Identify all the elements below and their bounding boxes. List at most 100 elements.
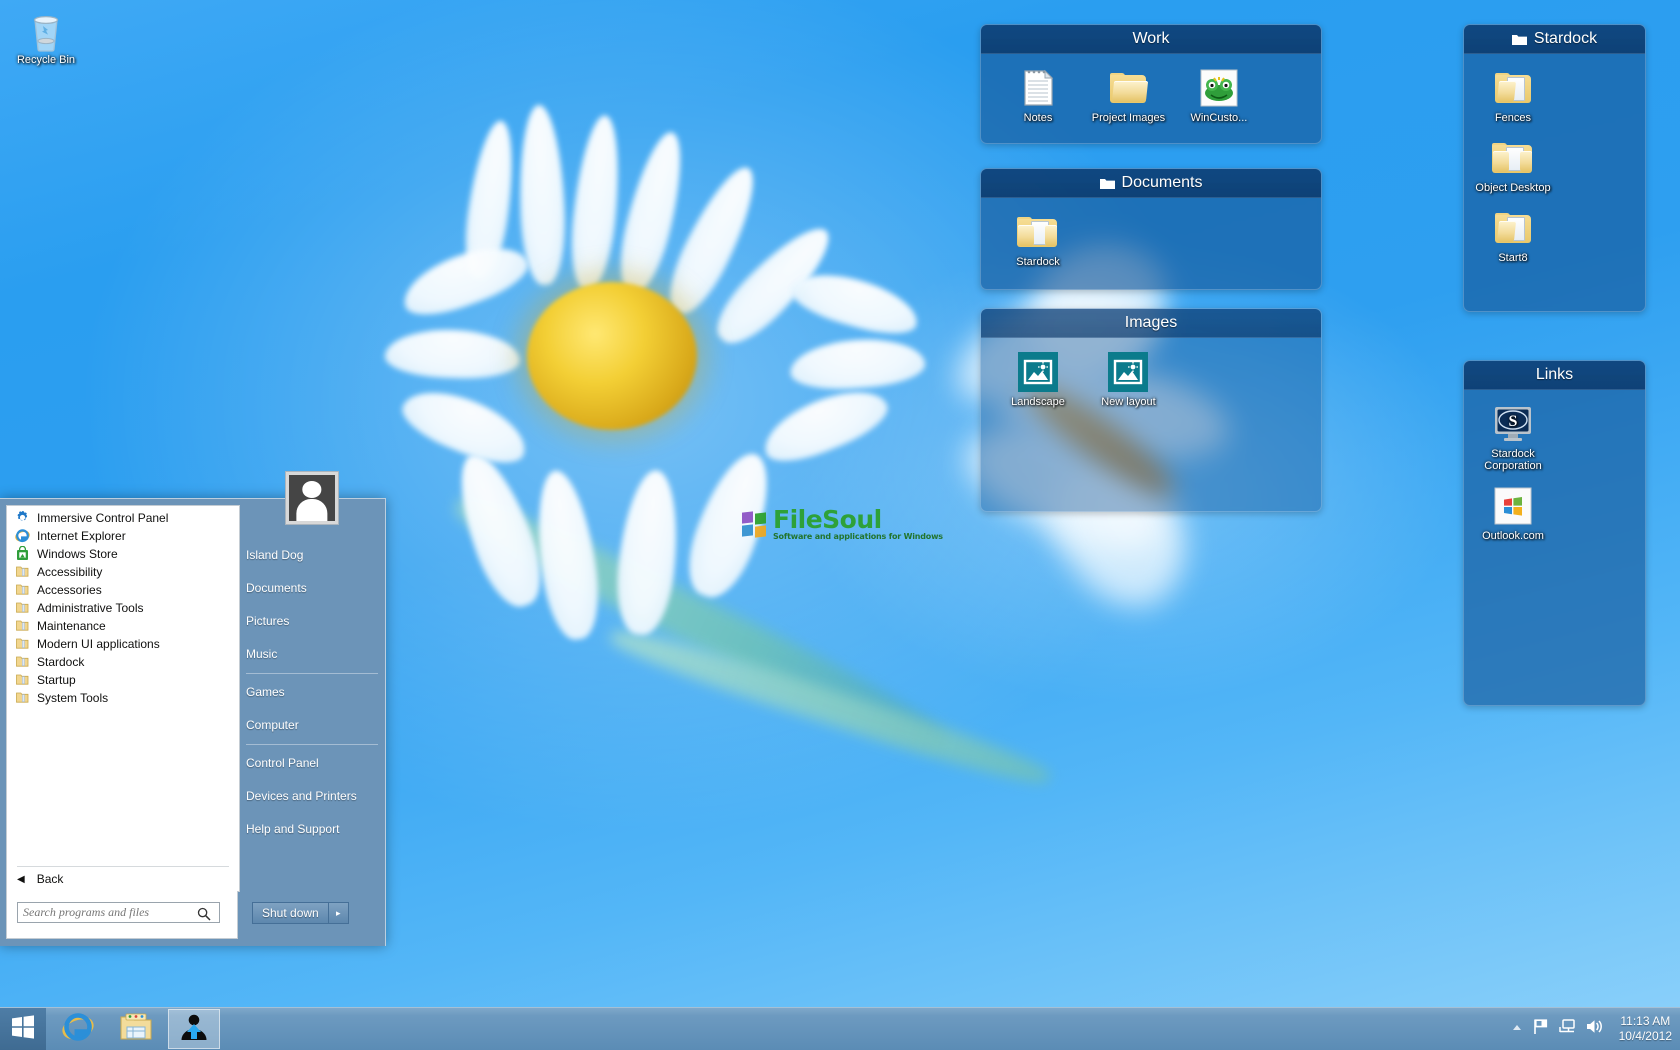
fence-item[interactable]: Stardock: [996, 209, 1080, 268]
start-menu-link-music[interactable]: Music: [246, 638, 378, 671]
start-menu-back-button[interactable]: ◀ Back: [7, 869, 63, 889]
fence-stardock[interactable]: Stardock Fences Obj: [1463, 24, 1646, 312]
fence-title-bar[interactable]: Documents: [981, 169, 1321, 198]
start-menu-item-label: Internet Explorer: [37, 527, 126, 545]
fence-body[interactable]: S Stardock Corporation: [1464, 390, 1645, 558]
start-menu-item-modern-ui-applications[interactable]: Modern UI applications: [7, 635, 239, 653]
notepad-document-icon: [996, 65, 1080, 111]
fence-links[interactable]: Links S Stardock Corporation: [1463, 360, 1646, 706]
start-menu-item-label: Accessories: [37, 581, 102, 599]
fence-item[interactable]: Outlook.com: [1471, 483, 1555, 542]
divider: [246, 744, 378, 745]
fence-body[interactable]: Landscape New layout: [981, 338, 1321, 424]
start-menu-item-internet-explorer[interactable]: Internet Explorer: [7, 527, 239, 545]
start-menu-item-label: Startup: [37, 671, 76, 689]
fence-title-text: Documents: [1122, 169, 1203, 197]
start-menu-item-label: Immersive Control Panel: [37, 509, 168, 527]
windows-logo-icon: [1471, 483, 1555, 529]
fence-item[interactable]: S Stardock Corporation: [1471, 401, 1555, 472]
taskbar-item-internet-explorer[interactable]: [52, 1009, 104, 1049]
stardock-monitor-icon: S: [1471, 401, 1555, 447]
start-menu-link-help-and-support[interactable]: Help and Support: [246, 813, 378, 846]
start-menu-item-accessibility[interactable]: Accessibility: [7, 563, 239, 581]
search-container[interactable]: [6, 891, 238, 939]
divider: [17, 866, 229, 867]
fence-item[interactable]: Landscape: [996, 349, 1080, 408]
shutdown-button[interactable]: Shut down: [252, 902, 329, 924]
start-menu-places-list[interactable]: Island Dog Documents Pictures Music Game…: [246, 539, 378, 846]
chevron-up-icon[interactable]: [1511, 1020, 1523, 1038]
system-tray[interactable]: 11:13 AM 10/4/2012: [1511, 1008, 1680, 1050]
fence-title-bar[interactable]: Work: [981, 25, 1321, 54]
start-menu-link-devices-and-printers[interactable]: Devices and Printers: [246, 780, 378, 813]
start-menu-item-label: Maintenance: [37, 617, 106, 635]
windows-start-icon: [11, 1015, 35, 1044]
start-menu-link-games[interactable]: Games: [246, 676, 378, 709]
fence-documents[interactable]: Documents Stardock: [980, 168, 1322, 290]
desktop[interactable]: FileSoul Software and applications for W…: [0, 0, 1680, 1050]
start-button[interactable]: [0, 1008, 46, 1050]
shutdown-options-arrow[interactable]: ▸: [329, 902, 349, 924]
start-menu-link-pictures[interactable]: Pictures: [246, 605, 378, 638]
taskbar-item-impulse[interactable]: [168, 1009, 220, 1049]
start-menu-bottom-bar[interactable]: Shut down ▸: [6, 891, 379, 939]
start-menu-item-label: Windows Store: [37, 545, 118, 563]
user-avatar-icon[interactable]: [285, 471, 339, 525]
start-menu-item-stardock[interactable]: Stardock: [7, 653, 239, 671]
fence-item-label: Landscape: [996, 396, 1080, 408]
clock-time: 11:13 AM: [1619, 1014, 1672, 1029]
folder-open-icon: [1471, 205, 1555, 251]
fence-item[interactable]: WinCusto...: [1177, 65, 1261, 124]
fence-item[interactable]: Project Images: [1086, 65, 1170, 124]
fence-item[interactable]: Start8: [1471, 205, 1555, 264]
start-menu-link-documents[interactable]: Documents: [246, 572, 378, 605]
start-menu-link-computer[interactable]: Computer: [246, 709, 378, 742]
divider: [246, 673, 378, 674]
filesoul-watermark: FileSoul Software and applications for W…: [742, 508, 943, 541]
folder-icon: [15, 618, 31, 634]
fence-title-bar[interactable]: Links: [1464, 361, 1645, 390]
start-menu-item-administrative-tools[interactable]: Administrative Tools: [7, 599, 239, 617]
start-menu[interactable]: Immersive Control Panel Internet Explore…: [0, 498, 386, 946]
start-menu-item-system-tools[interactable]: System Tools: [7, 689, 239, 707]
folder-open-icon: [1086, 65, 1170, 111]
fence-body[interactable]: Fences Object Desktop: [1464, 54, 1645, 280]
fence-title-bar[interactable]: Stardock: [1464, 25, 1645, 54]
fence-item[interactable]: Notes: [996, 65, 1080, 124]
start-menu-item-accessories[interactable]: Accessories: [7, 581, 239, 599]
start-menu-item-windows-store[interactable]: Windows Store: [7, 545, 239, 563]
taskbar-item-file-explorer[interactable]: [110, 1009, 162, 1049]
folder-icon: [1100, 177, 1115, 189]
fence-body[interactable]: Stardock: [981, 198, 1321, 284]
fence-item[interactable]: Fences: [1471, 65, 1555, 124]
search-input[interactable]: [17, 902, 220, 923]
start-menu-item-label: Stardock: [37, 653, 84, 671]
fence-item[interactable]: New layout: [1086, 349, 1170, 408]
action-center-flag-icon[interactable]: [1532, 1018, 1549, 1040]
start-menu-programs-list[interactable]: Immersive Control Panel Internet Explore…: [6, 505, 240, 892]
watermark-subtitle: Software and applications for Windows: [773, 532, 943, 541]
fence-images[interactable]: Images Landscape: [980, 308, 1322, 512]
volume-icon[interactable]: [1585, 1018, 1604, 1040]
desktop-icon-recycle-bin[interactable]: Recycle Bin: [6, 8, 86, 66]
start-menu-item-startup[interactable]: Startup: [7, 671, 239, 689]
fence-title-bar[interactable]: Images: [981, 309, 1321, 338]
clock-date: 10/4/2012: [1619, 1029, 1672, 1044]
taskbar[interactable]: 11:13 AM 10/4/2012: [0, 1007, 1680, 1050]
shutdown-control[interactable]: Shut down ▸: [252, 902, 349, 924]
start-menu-item-label: Administrative Tools: [37, 599, 144, 617]
fence-work[interactable]: Work Notes: [980, 24, 1322, 144]
file-explorer-icon: [120, 1012, 152, 1047]
fence-item[interactable]: Object Desktop: [1471, 135, 1555, 194]
clock[interactable]: 11:13 AM 10/4/2012: [1619, 1014, 1672, 1044]
fence-title-text: Images: [1125, 309, 1177, 337]
start-menu-item-immersive-control-panel[interactable]: Immersive Control Panel: [7, 509, 239, 527]
start-menu-link-control-panel[interactable]: Control Panel: [246, 747, 378, 780]
network-icon[interactable]: [1558, 1018, 1576, 1040]
folder-icon: [1512, 33, 1527, 45]
folder-stack-icon: [996, 209, 1080, 255]
start-menu-item-maintenance[interactable]: Maintenance: [7, 617, 239, 635]
fence-body[interactable]: Notes Project Images: [981, 54, 1321, 140]
desktop-icon-label: Recycle Bin: [6, 54, 86, 66]
fence-item-label: Project Images: [1086, 112, 1170, 124]
